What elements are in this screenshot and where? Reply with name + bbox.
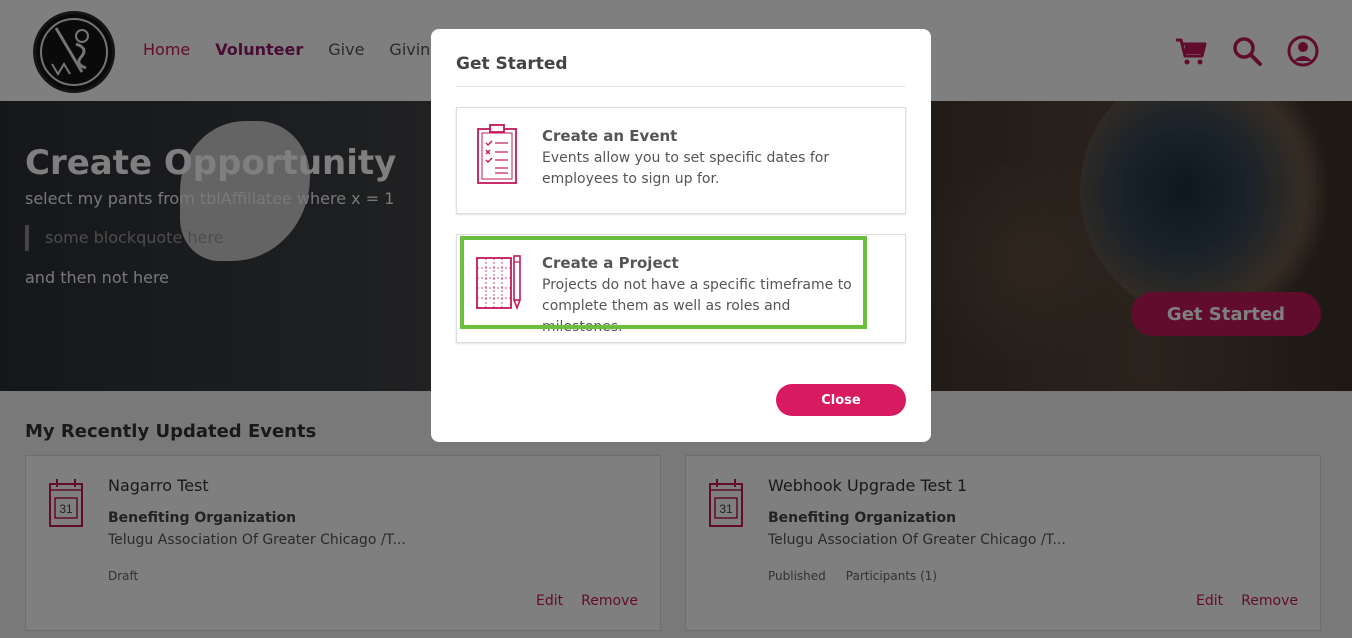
create-project-option[interactable]: Create a Project Projects do not have a … xyxy=(456,234,906,343)
grid-paper-pencil-icon xyxy=(475,250,521,312)
option-description: Projects do not have a specific timefram… xyxy=(542,277,852,335)
option-description: Events allow you to set specific dates f… xyxy=(542,150,830,187)
option-title: Create a Project xyxy=(542,254,679,272)
close-button[interactable]: Close xyxy=(776,384,906,416)
modal-title: Get Started xyxy=(456,54,568,74)
option-title: Create an Event xyxy=(542,127,678,145)
clipboard-checklist-icon xyxy=(475,123,519,185)
get-started-modal: Get Started Create an Event Events allow… xyxy=(431,29,931,442)
create-event-option[interactable]: Create an Event Events allow you to set … xyxy=(456,107,906,214)
modal-divider xyxy=(456,86,906,87)
